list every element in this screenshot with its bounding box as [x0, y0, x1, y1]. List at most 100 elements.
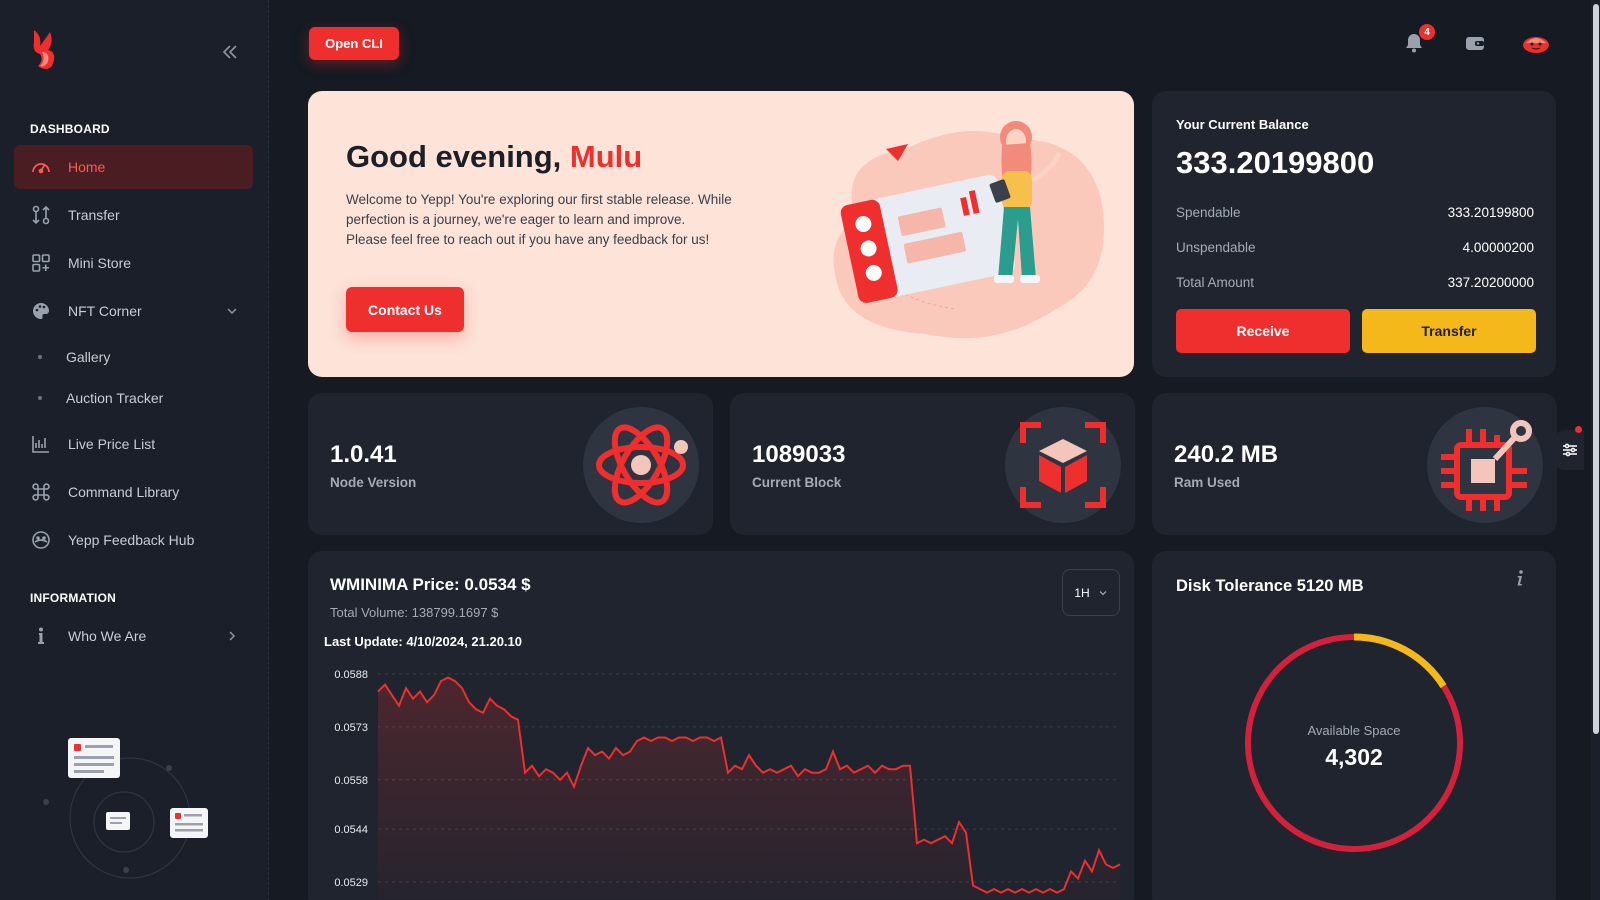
chevron-down-icon: [227, 308, 237, 315]
dashboard-section-title: DASHBOARD: [30, 122, 110, 136]
balance-row-unspendable: Unspendable 4.00000200: [1176, 240, 1534, 255]
price-chart-card: WMINIMA Price: 0.0534 $ Total Volume: 13…: [308, 551, 1134, 900]
disk-title: Disk Tolerance 5120 MB: [1176, 577, 1364, 595]
info-icon: [30, 625, 52, 647]
sidebar-illustration: [43, 738, 208, 879]
balance-amount: 333.20199800: [1176, 145, 1375, 180]
sidebar-item-live-price-list[interactable]: Live Price List: [14, 422, 253, 466]
sidebar-item-label: Gallery: [66, 349, 111, 365]
sidebar-item-label: Live Price List: [68, 436, 156, 452]
disk-tolerance-card: Disk Tolerance 5120 MB Available Space 4…: [1152, 551, 1556, 900]
used-space-arc: [1353, 633, 1447, 689]
receive-button[interactable]: Receive: [1176, 309, 1350, 353]
chart-icon: [30, 433, 52, 455]
balance-row-spendable: Spendable 333.20199800: [1176, 205, 1534, 220]
available-space-label: Available Space: [1307, 723, 1401, 738]
sidebar-item-label: Transfer: [68, 207, 120, 223]
sidebar-item-mini-store[interactable]: Mini Store: [14, 241, 253, 285]
bullet-dot: [38, 396, 42, 400]
timeframe-select[interactable]: 1H: [1062, 569, 1120, 616]
open-cli-button[interactable]: Open CLI: [309, 27, 399, 60]
stat-label: Current Block: [752, 475, 842, 490]
sidebar-item-label: Command Library: [68, 484, 180, 500]
sidebar-item-label: NFT Corner: [68, 303, 142, 319]
sidebar-item-label: Auction Tracker: [66, 390, 164, 406]
sidebar-item-home[interactable]: Home: [14, 145, 253, 189]
bullet-dot: [38, 355, 42, 359]
settings-toggle-button[interactable]: [1556, 426, 1584, 470]
atom-icon: [583, 407, 699, 523]
sidebar: DASHBOARD Home Transfer Mini Store NFT C…: [0, 0, 269, 900]
palette-icon: [30, 300, 52, 322]
feedback-icon: [30, 529, 52, 551]
y-tick-label: 0.0558: [334, 775, 368, 787]
stat-label: Ram Used: [1174, 475, 1241, 490]
avatar-icon: [1523, 37, 1549, 53]
sidebar-item-who-we-are[interactable]: Who We Are: [14, 614, 253, 658]
stat-label: Node Version: [330, 475, 417, 490]
y-tick-label: 0.0588: [334, 669, 368, 681]
notifications-button[interactable]: 4: [1401, 24, 1435, 56]
balance-row-total: Total Amount 337.20200000: [1176, 275, 1534, 290]
y-tick-label: 0.0544: [334, 824, 368, 836]
sidebar-item-feedback-hub[interactable]: Yepp Feedback Hub: [14, 518, 253, 562]
balance-row-key: Total Amount: [1176, 275, 1255, 290]
command-icon: [30, 481, 52, 503]
info-icon[interactable]: [1512, 569, 1528, 587]
sidebar-item-label: Home: [68, 159, 106, 175]
grid-icon: [30, 252, 52, 274]
greeting-heading: Good evening, Mulu: [346, 139, 642, 175]
balance-row-value: 333.20199800: [1447, 205, 1534, 220]
chevron-right-icon: [229, 631, 236, 641]
node-version-card: 1.0.41 Node Version: [308, 393, 713, 535]
welcome-line-2: perfection is a journey, we're eager to …: [346, 212, 686, 227]
price-last-update: Last Update: 4/10/2024, 21.20.10: [324, 634, 523, 649]
page-scrollbar[interactable]: [1591, 0, 1600, 900]
wallet-icon: [1466, 37, 1484, 50]
user-name: Mulu: [569, 139, 643, 174]
balance-row-value: 4.00000200: [1462, 240, 1534, 255]
welcome-line-3: Please feel free to reach out if you hav…: [346, 232, 710, 247]
price-line-chart[interactable]: 0.0588 0.0573 0.0558 0.0544 0.0529: [308, 656, 1134, 900]
balance-label: Your Current Balance: [1176, 117, 1309, 132]
balance-row-value: 337.20200000: [1447, 275, 1534, 290]
chevron-down-icon: [1099, 590, 1107, 595]
sidebar-subitem-gallery[interactable]: Gallery: [14, 340, 253, 374]
transfer-button[interactable]: Transfer: [1362, 309, 1536, 353]
notification-count-badge: 4: [1419, 24, 1435, 40]
timeframe-value: 1H: [1074, 585, 1090, 600]
price-area-fill: [378, 677, 1120, 900]
stat-value: 240.2 MB: [1174, 441, 1279, 468]
y-tick-label: 0.0529: [334, 877, 368, 889]
current-block-card: 1089033 Current Block: [730, 393, 1135, 535]
user-avatar[interactable]: [1520, 30, 1552, 56]
stat-value: 1089033: [752, 441, 846, 468]
sidebar-subitem-auction-tracker[interactable]: Auction Tracker: [14, 381, 253, 415]
disk-donut-chart: [1245, 633, 1463, 852]
contact-us-button[interactable]: Contact Us: [346, 287, 464, 332]
information-section-title: INFORMATION: [30, 591, 116, 605]
sidebar-item-nft-corner[interactable]: NFT Corner: [14, 289, 253, 333]
price-volume: Total Volume: 138799.1697 $: [330, 605, 499, 620]
yepp-logo[interactable]: [28, 26, 62, 72]
greeting-text: Good evening,: [346, 139, 562, 174]
sidebar-item-label: Who We Are: [68, 628, 147, 644]
ram-used-card: 240.2 MB Ram Used: [1152, 393, 1557, 535]
cube-icon: [1005, 407, 1121, 523]
scrollbar-thumb[interactable]: [1593, 4, 1599, 734]
available-space-value: 4,302: [1325, 744, 1383, 770]
welcome-card: Good evening, Mulu Welcome to Yepp! You'…: [308, 91, 1134, 377]
balance-row-key: Unspendable: [1176, 240, 1256, 255]
y-tick-label: 0.0573: [334, 722, 368, 734]
wallet-button[interactable]: [1462, 30, 1488, 56]
balance-card: Your Current Balance 333.20199800 Spenda…: [1152, 91, 1556, 377]
stat-value: 1.0.41: [330, 441, 397, 468]
sidebar-item-command-library[interactable]: Command Library: [14, 470, 253, 514]
settings-dot-indicator: [1575, 426, 1582, 433]
sidebar-item-transfer[interactable]: Transfer: [14, 193, 253, 237]
sidebar-item-label: Yepp Feedback Hub: [68, 532, 195, 548]
sidebar-item-label: Mini Store: [68, 255, 132, 271]
transfer-icon: [30, 204, 52, 226]
collapse-sidebar-icon[interactable]: [220, 42, 240, 62]
gauge-icon: [30, 156, 52, 178]
